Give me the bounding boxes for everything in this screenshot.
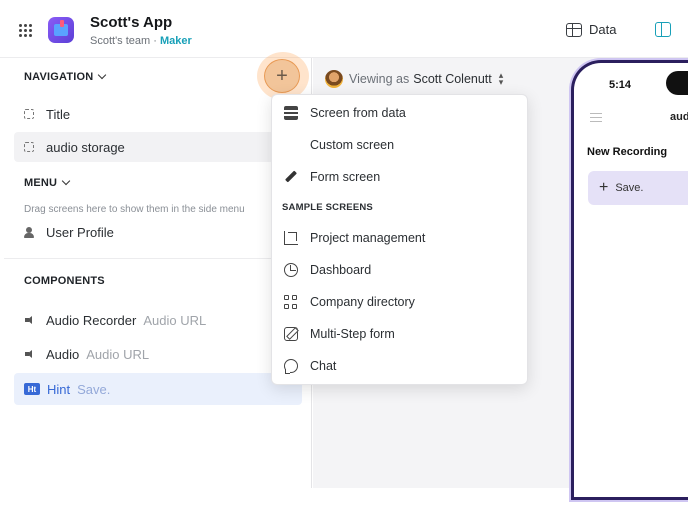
- avatar: [325, 70, 343, 88]
- tab-data[interactable]: Data: [566, 22, 616, 37]
- menu-item-project-management[interactable]: Project management: [272, 223, 529, 253]
- menu-item-label: Screen from data: [310, 106, 406, 120]
- sidebar-item-title[interactable]: Title: [14, 99, 302, 129]
- phone-screen-title: aud: [670, 111, 688, 123]
- menu-item-label: Custom screen: [310, 138, 395, 152]
- component-sub: Audio URL: [143, 312, 207, 328]
- menu-item-custom-screen[interactable]: Custom screen: [272, 130, 529, 160]
- plus-icon: +: [599, 179, 609, 196]
- component-audio-recorder[interactable]: Audio Recorder Audio URL: [14, 304, 302, 336]
- menu-item-form-screen[interactable]: Form screen: [272, 162, 529, 192]
- menu-item-label: Multi-Step form: [310, 327, 395, 341]
- navigation-header[interactable]: NAVIGATION: [24, 70, 107, 83]
- screen-frame-icon: [24, 142, 34, 152]
- pie-chart-icon: [284, 263, 298, 277]
- sidebar-item-audio-storage[interactable]: audio storage: [14, 132, 302, 162]
- navigation-header-label: NAVIGATION: [24, 71, 94, 83]
- phone-save-label: Save.: [615, 182, 644, 194]
- tab-data-label: Data: [589, 22, 617, 37]
- component-audio[interactable]: Audio Audio URL: [14, 338, 302, 370]
- menu-item-label: Company directory: [310, 295, 415, 309]
- viewing-as-label: Viewing as: [349, 72, 410, 86]
- component-sub: Audio URL: [86, 346, 150, 362]
- sidebar-item-label: Title: [46, 106, 71, 122]
- app-name[interactable]: Scott's App: [90, 14, 172, 31]
- component-name: Audio: [46, 346, 80, 362]
- table-icon: [284, 106, 298, 120]
- hamburger-menu-icon[interactable]: [590, 113, 602, 122]
- menu-item-company-directory[interactable]: Company directory: [272, 287, 529, 317]
- stairs-icon: [284, 231, 298, 245]
- component-name: Audio Recorder: [46, 312, 137, 328]
- menu-header[interactable]: MENU: [24, 176, 71, 189]
- chevron-down-icon: [61, 176, 71, 186]
- speaker-icon: [24, 315, 34, 325]
- chat-bubble-icon: [284, 359, 298, 374]
- app-logo[interactable]: [48, 17, 74, 43]
- viewing-as-selector[interactable]: Viewing as Scott Colenutt ▴ ▾: [325, 70, 503, 88]
- menu-item-chat[interactable]: Chat: [272, 351, 529, 381]
- app-grid-icon[interactable]: [19, 24, 32, 37]
- menu-item-label: Project management: [310, 231, 426, 245]
- phone-hint-save[interactable]: + Save.: [588, 171, 688, 205]
- menu-item-label: Dashboard: [310, 263, 372, 277]
- layout-tab-icon[interactable]: [655, 22, 671, 37]
- menu-item-multi-step-form[interactable]: Multi-Step form: [272, 319, 529, 349]
- menu-drag-hint: Drag screens here to show them in the si…: [24, 204, 245, 215]
- grid-icon: [284, 295, 298, 309]
- speaker-icon: [24, 349, 34, 359]
- add-screen-button[interactable]: +: [257, 52, 313, 100]
- menu-item-label: Form screen: [310, 170, 381, 184]
- chevron-down-icon: [98, 70, 107, 80]
- team-separator: ·: [150, 35, 160, 47]
- role-badge: Maker: [159, 35, 192, 47]
- sidebar-item-user-profile[interactable]: User Profile: [14, 217, 302, 247]
- left-sidebar: NAVIGATION Title audio storage MENU Drag…: [4, 58, 312, 488]
- phone-preview: 5:14 aud New Recording + Save.: [571, 60, 688, 500]
- dynamic-island: [666, 71, 688, 95]
- component-hint[interactable]: Ht Hint Save.: [14, 373, 302, 405]
- viewing-as-user: Scott Colenutt: [413, 72, 492, 86]
- plus-icon: +: [264, 59, 300, 93]
- screen-frame-icon: [24, 109, 34, 119]
- sidebar-item-label: audio storage: [46, 139, 125, 155]
- menu-item-dashboard[interactable]: Dashboard: [272, 255, 529, 285]
- team-name: Scott's team: [90, 35, 151, 47]
- phone-time: 5:14: [609, 79, 632, 91]
- top-bar: Scott's App Scott's team · Maker Data: [0, 0, 688, 58]
- edit-icon: [284, 327, 298, 341]
- components-header: COMPONENTS: [24, 275, 105, 287]
- team-role: Scott's team · Maker: [90, 35, 192, 47]
- up-down-chevron-icon: ▴ ▾: [498, 70, 504, 87]
- menu-item-label: Chat: [310, 359, 337, 373]
- menu-item-screen-from-data[interactable]: Screen from data: [272, 98, 529, 128]
- phone-heading: New Recording: [587, 146, 668, 158]
- component-name: Hint: [47, 381, 71, 397]
- hint-badge-icon: Ht: [24, 383, 40, 395]
- component-sub: Save.: [77, 381, 111, 397]
- menu-header-label: MENU: [24, 177, 58, 189]
- divider: [4, 258, 312, 259]
- pencil-icon: [284, 170, 298, 184]
- table-icon: [566, 22, 582, 37]
- sidebar-item-label: User Profile: [46, 224, 114, 240]
- person-icon: [24, 226, 34, 238]
- sample-screens-header: SAMPLE SCREENS: [282, 202, 373, 213]
- add-screen-menu: Screen from data Custom screen Form scre…: [271, 94, 528, 385]
